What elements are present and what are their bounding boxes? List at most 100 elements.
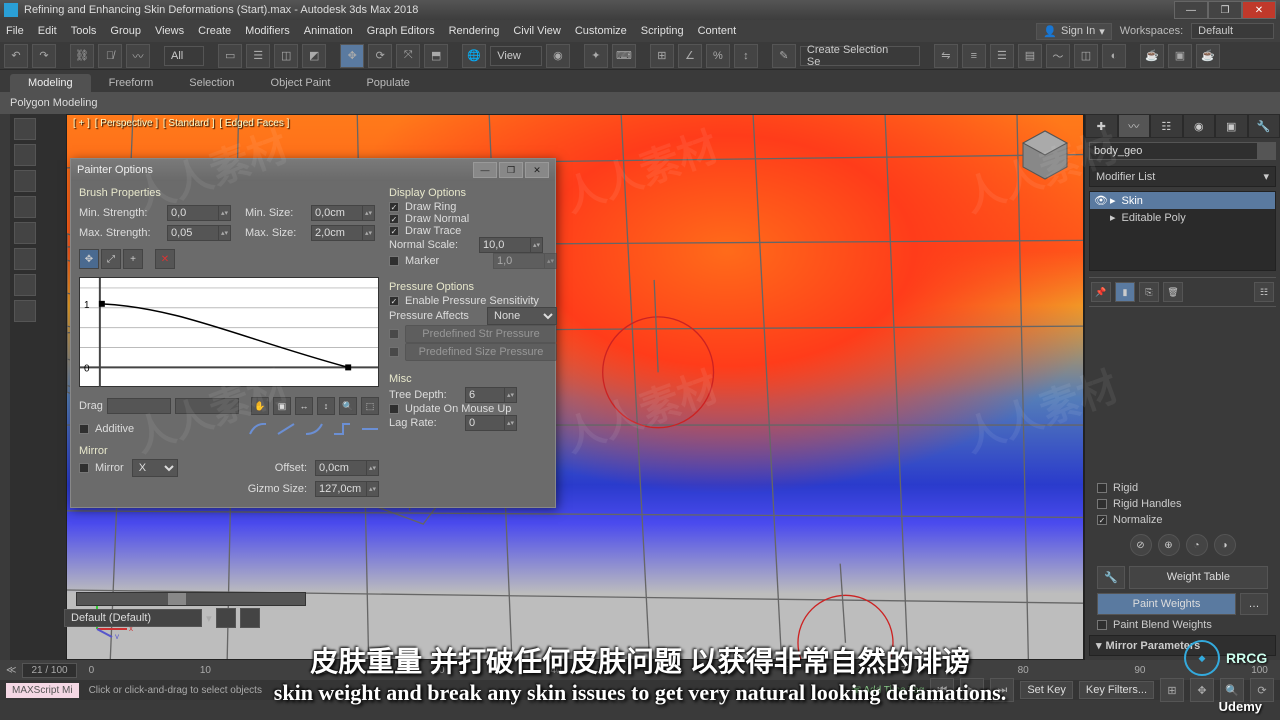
additive-checkbox[interactable]: Additive: [79, 423, 134, 435]
expand-icon[interactable]: ▸: [1110, 211, 1116, 224]
ref-coord-icon[interactable]: 🌐: [462, 44, 486, 68]
ribbon-panel-label[interactable]: Polygon Modeling: [0, 92, 1280, 114]
weight-table-button[interactable]: Weight Table: [1129, 566, 1268, 589]
ribbon-tab-freeform[interactable]: Freeform: [91, 74, 172, 92]
left-dock-strip[interactable]: [0, 114, 10, 660]
viewcube-icon[interactable]: [1015, 123, 1075, 183]
menu-edit[interactable]: Edit: [38, 25, 57, 37]
hierarchy-tab[interactable]: ☷: [1150, 114, 1183, 138]
spinner-arrows[interactable]: ▴▾: [363, 225, 375, 241]
viewport-nav-2[interactable]: ✥: [1190, 678, 1214, 702]
max-size-input[interactable]: [311, 225, 363, 241]
select-name-button[interactable]: ☰: [246, 44, 270, 68]
spinner-arrows[interactable]: ▴▾: [505, 387, 517, 403]
drag-x-input[interactable]: [107, 398, 171, 414]
play-next-button[interactable]: ⏭: [990, 678, 1014, 702]
maximize-button[interactable]: ❐: [1208, 1, 1242, 19]
minimize-button[interactable]: —: [1174, 1, 1208, 19]
ribbon-tab-modeling[interactable]: Modeling: [10, 74, 91, 92]
weight-tool-button[interactable]: 🔧: [1097, 566, 1125, 589]
select-manipulate-button[interactable]: ✦: [584, 44, 608, 68]
place-button[interactable]: ⬒: [424, 44, 448, 68]
render-setup-button[interactable]: ☕: [1140, 44, 1164, 68]
scroll-thumb[interactable]: [168, 593, 186, 605]
display-tab[interactable]: ▣: [1215, 114, 1248, 138]
enable-pressure-checkbox[interactable]: ✓Enable Pressure Sensitivity: [389, 295, 557, 307]
spinner-arrows[interactable]: ▴▾: [367, 481, 379, 497]
modifier-list-dropdown[interactable]: Modifier List ▾: [1089, 166, 1276, 187]
angle-snap-button[interactable]: ∠: [678, 44, 702, 68]
modify-tab[interactable]: 〰: [1118, 114, 1151, 138]
zoom-button[interactable]: 🔍: [339, 397, 357, 415]
spinner-arrows[interactable]: ▴▾: [363, 205, 375, 221]
show-end-result-button[interactable]: ▮: [1115, 282, 1135, 302]
zoom-ext-button[interactable]: ▣: [273, 397, 291, 415]
undo-button[interactable]: ↶: [4, 44, 28, 68]
remove-mod-button[interactable]: 🗑: [1163, 282, 1183, 302]
include-icon[interactable]: ⊕: [1158, 534, 1180, 556]
preset-curve-1[interactable]: [249, 423, 267, 435]
menu-animation[interactable]: Animation: [304, 25, 353, 37]
rigid-checkbox[interactable]: Rigid: [1097, 482, 1268, 494]
edit-named-sel-button[interactable]: ✎: [772, 44, 796, 68]
curve-scale-button[interactable]: ⤢: [101, 249, 121, 269]
zoom-v-button[interactable]: ↕: [317, 397, 335, 415]
zoom-h-button[interactable]: ↔: [295, 397, 313, 415]
layer-dropdown[interactable]: Default (Default): [64, 609, 202, 627]
render-frame-button[interactable]: ▣: [1168, 44, 1192, 68]
add-time-tag-button[interactable]: ▣ Add Time Tag: [852, 685, 925, 696]
draw-ring-checkbox[interactable]: ✓Draw Ring: [389, 201, 557, 213]
lag-rate-input[interactable]: [465, 415, 505, 431]
spinner-arrows[interactable]: ▴▾: [219, 205, 231, 221]
viewport-edged-label[interactable]: [ Edged Faces ]: [219, 118, 289, 129]
preset-curve-3[interactable]: [305, 423, 323, 435]
preset-curve-5[interactable]: [361, 423, 379, 435]
ribbon-tab-selection[interactable]: Selection: [171, 74, 252, 92]
play-prev-button[interactable]: ⏮: [930, 678, 954, 702]
se-filter-lights[interactable]: [14, 170, 36, 192]
menu-customize[interactable]: Customize: [575, 25, 627, 37]
ribbon-tab-object-paint[interactable]: Object Paint: [253, 74, 349, 92]
named-selection-dropdown[interactable]: Create Selection Se: [800, 46, 920, 66]
make-unique-button[interactable]: ⎘: [1139, 282, 1159, 302]
se-filter-spacewarps[interactable]: [14, 248, 36, 270]
close-button[interactable]: ✕: [1242, 1, 1276, 19]
paint-weights-button[interactable]: Paint Weights: [1097, 593, 1236, 615]
mirror-button[interactable]: ⇋: [934, 44, 958, 68]
scale-button[interactable]: ⤧: [396, 44, 420, 68]
object-color-swatch[interactable]: [1258, 142, 1276, 160]
dialog-title-bar[interactable]: Painter Options — ❐ ✕: [71, 159, 555, 181]
spinner-arrows[interactable]: ▴▾: [531, 237, 543, 253]
normalize-checkbox[interactable]: ✓Normalize: [1097, 514, 1268, 526]
rotate-button[interactable]: ⟳: [368, 44, 392, 68]
bind-spacewarp-button[interactable]: 〰: [126, 44, 150, 68]
zoom-region-button[interactable]: ⬚: [361, 397, 379, 415]
viewport-nav-1[interactable]: ⊞: [1160, 678, 1184, 702]
paint-blend-checkbox[interactable]: Paint Blend Weights: [1097, 619, 1268, 631]
mirror-axis-dropdown[interactable]: X: [132, 459, 178, 477]
gizmo-size-input[interactable]: [315, 481, 367, 497]
curve-delete-button[interactable]: ✕: [155, 249, 175, 269]
redo-button[interactable]: ↷: [32, 44, 56, 68]
preset-curve-4[interactable]: [333, 423, 351, 435]
se-filter-cameras[interactable]: [14, 196, 36, 218]
curve-move-button[interactable]: ✥: [79, 249, 99, 269]
scene-explorer-hscroll[interactable]: [76, 592, 306, 606]
frame-indicator[interactable]: 21 / 100: [22, 663, 76, 678]
drag-y-input[interactable]: [175, 398, 239, 414]
play-button[interactable]: ▶: [960, 678, 984, 702]
workspaces-dropdown[interactable]: Default: [1191, 23, 1274, 39]
viewport-view-label[interactable]: [ Perspective ]: [95, 118, 158, 129]
link-button[interactable]: ⛓: [70, 44, 94, 68]
schematic-view-button[interactable]: ◫: [1074, 44, 1098, 68]
preset-curve-2[interactable]: [277, 423, 295, 435]
layer-explorer-button[interactable]: ☰: [990, 44, 1014, 68]
window-crossing-button[interactable]: ◩: [302, 44, 326, 68]
max-strength-input[interactable]: [167, 225, 219, 241]
rigid-handles-checkbox[interactable]: Rigid Handles: [1097, 498, 1268, 510]
pan-button[interactable]: ✋: [251, 397, 269, 415]
menu-graph-editors[interactable]: Graph Editors: [367, 25, 435, 37]
select-region-button[interactable]: ◫: [274, 44, 298, 68]
update-mouseup-checkbox[interactable]: Update On Mouse Up: [389, 403, 557, 415]
menu-modifiers[interactable]: Modifiers: [245, 25, 290, 37]
